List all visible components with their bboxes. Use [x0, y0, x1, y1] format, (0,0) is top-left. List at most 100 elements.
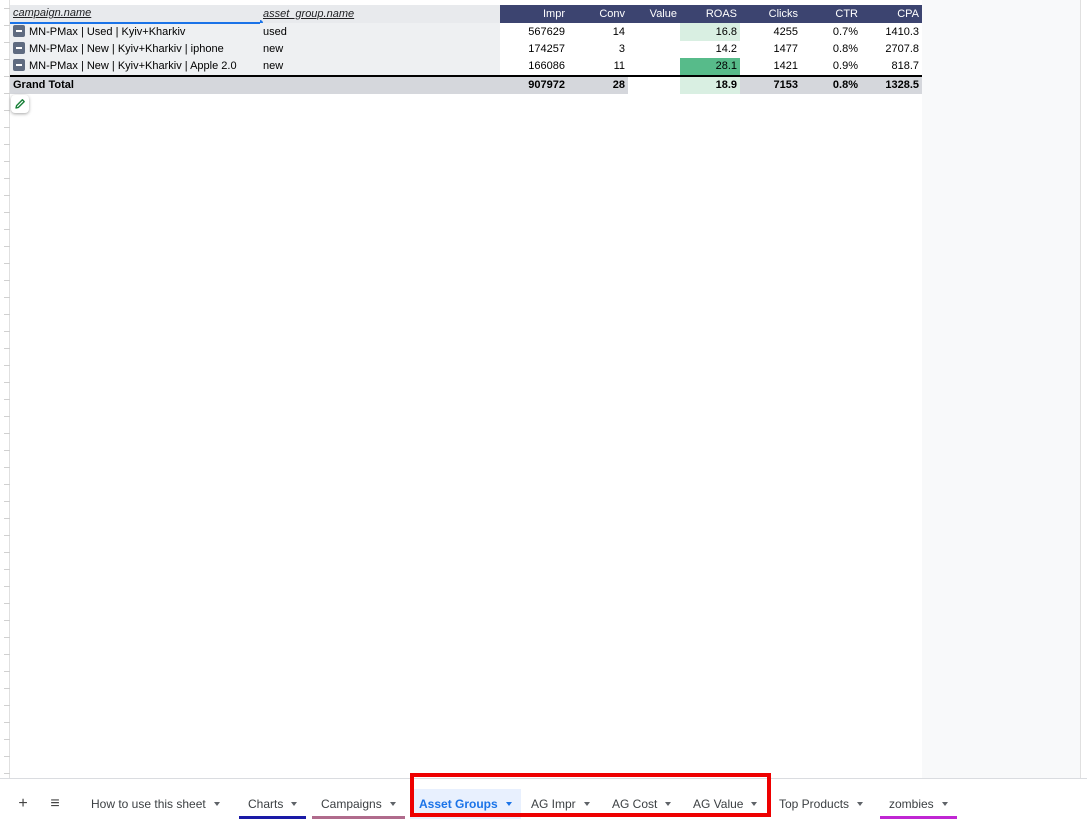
- campaign-cell[interactable]: MN-PMax | New | Kyiv+Kharkiv | Apple 2.0: [10, 58, 260, 76]
- row-gutter-tick: [4, 382, 10, 383]
- asset-group-name-header[interactable]: asset_group.name: [260, 5, 500, 23]
- campaign-cell[interactable]: MN-PMax | Used | Kyiv+Kharkiv: [10, 23, 260, 41]
- tab-how-to-use[interactable]: How to use this sheet: [82, 789, 229, 819]
- ctr-header[interactable]: CTR: [801, 5, 861, 23]
- cpa-cell[interactable]: 2707.8: [861, 41, 922, 58]
- tab-label: zombies: [889, 797, 934, 811]
- total-roas-cell[interactable]: 18.9: [680, 75, 740, 94]
- vertical-scrollbar[interactable]: [1080, 0, 1087, 778]
- tab-charts[interactable]: Charts: [239, 789, 307, 819]
- tab-color-indicator: [312, 816, 405, 819]
- clicks-header[interactable]: Clicks: [740, 5, 801, 23]
- asset-group-cell[interactable]: new: [260, 41, 500, 58]
- row-gutter-tick: [4, 688, 10, 689]
- row-gutter-tick: [4, 535, 10, 536]
- row-gutter-tick: [4, 144, 10, 145]
- roas-cell[interactable]: 28.1: [680, 58, 740, 76]
- row-gutter-tick: [4, 348, 10, 349]
- collapse-icon[interactable]: [13, 59, 25, 71]
- tab-color-indicator: [239, 816, 307, 819]
- total-cpa-cell[interactable]: 1328.5: [861, 75, 922, 94]
- sheet-grid[interactable]: campaign.name asset_group.name Impr Conv…: [0, 0, 1087, 778]
- chevron-down-icon[interactable]: [213, 802, 220, 806]
- cpa-cell[interactable]: 1410.3: [861, 23, 922, 41]
- impr-cell[interactable]: 174257: [500, 41, 568, 58]
- selection-handle[interactable]: [260, 20, 263, 23]
- chevron-down-icon[interactable]: [389, 802, 396, 806]
- row-gutter-tick: [4, 569, 10, 570]
- row-gutter-tick: [4, 365, 10, 366]
- conv-cell[interactable]: 3: [568, 41, 628, 58]
- row-gutter-tick: [4, 603, 10, 604]
- ctr-cell[interactable]: 0.7%: [801, 23, 861, 41]
- tab-label: Campaigns: [321, 797, 382, 811]
- row-gutter-tick: [4, 518, 10, 519]
- total-ctr-cell[interactable]: 0.8%: [801, 75, 861, 94]
- collapse-icon[interactable]: [13, 25, 25, 37]
- clicks-cell[interactable]: 1477: [740, 41, 801, 58]
- table-row: MN-PMax | Used | Kyiv+Kharkiv used 56762…: [10, 23, 922, 41]
- cpa-cell[interactable]: 818.7: [861, 58, 922, 76]
- impr-cell[interactable]: 166086: [500, 58, 568, 76]
- roas-cell[interactable]: 16.8: [680, 23, 740, 41]
- total-impr-cell[interactable]: 907972: [500, 75, 568, 94]
- asset-group-cell[interactable]: new: [260, 58, 500, 76]
- add-sheet-icon[interactable]: +: [13, 794, 33, 814]
- chevron-down-icon[interactable]: [857, 802, 864, 806]
- ctr-cell[interactable]: 0.8%: [801, 41, 861, 58]
- conv-cell[interactable]: 14: [568, 23, 628, 41]
- asset-group-cell[interactable]: used: [260, 23, 500, 41]
- value-cell[interactable]: [628, 41, 680, 58]
- row-gutter-tick: [4, 280, 10, 281]
- pencil-icon: [15, 99, 25, 109]
- campaign-name-header[interactable]: campaign.name: [10, 5, 260, 24]
- impr-header[interactable]: Impr: [500, 5, 568, 23]
- campaign-label: MN-PMax | Used | Kyiv+Kharkiv: [29, 26, 186, 38]
- clicks-cell[interactable]: 4255: [740, 23, 801, 41]
- value-cell[interactable]: [628, 23, 680, 41]
- conv-cell[interactable]: 11: [568, 58, 628, 76]
- asset-group-name-header-label: asset_group.name: [263, 7, 355, 20]
- row-gutter-tick: [4, 399, 10, 400]
- row-gutter-tick: [4, 212, 10, 213]
- clicks-cell[interactable]: 1421: [740, 58, 801, 76]
- tab-zombies[interactable]: zombies: [880, 789, 957, 819]
- all-sheets-menu-icon[interactable]: ≡: [45, 794, 65, 814]
- row-gutter-tick: [4, 450, 10, 451]
- tab-top-products[interactable]: Top Products: [770, 789, 872, 819]
- value-header[interactable]: Value: [628, 5, 680, 23]
- tab-campaigns[interactable]: Campaigns: [312, 789, 405, 819]
- row-gutter-tick: [4, 127, 10, 128]
- conv-header[interactable]: Conv: [568, 5, 628, 23]
- cpa-header[interactable]: CPA: [861, 5, 922, 23]
- ctr-cell[interactable]: 0.9%: [801, 58, 861, 76]
- roas-header[interactable]: ROAS: [680, 5, 740, 23]
- row-gutter-tick: [4, 501, 10, 502]
- campaign-cell[interactable]: MN-PMax | New | Kyiv+Kharkiv | iphone: [10, 41, 260, 58]
- row-gutter: [0, 0, 10, 778]
- pivot-table: campaign.name asset_group.name Impr Conv…: [10, 5, 922, 94]
- grand-total-label[interactable]: Grand Total: [10, 75, 260, 94]
- edit-pivot-button[interactable]: [11, 95, 29, 113]
- row-gutter-tick: [4, 433, 10, 434]
- row-gutter-tick: [4, 297, 10, 298]
- total-value-cell[interactable]: [628, 75, 680, 94]
- row-gutter-tick: [4, 705, 10, 706]
- total-clicks-cell[interactable]: 7153: [740, 75, 801, 94]
- chevron-down-icon[interactable]: [291, 802, 298, 806]
- row-gutter-tick: [4, 756, 10, 757]
- grand-total-empty[interactable]: [260, 75, 500, 94]
- row-gutter-tick: [4, 229, 10, 230]
- row-gutter-tick: [4, 178, 10, 179]
- collapse-icon[interactable]: [13, 42, 25, 54]
- value-cell[interactable]: [628, 58, 680, 76]
- empty-grid-area: [922, 0, 1080, 778]
- chevron-down-icon[interactable]: [941, 802, 948, 806]
- roas-cell[interactable]: 14.2: [680, 41, 740, 58]
- impr-cell[interactable]: 567629: [500, 23, 568, 41]
- row-gutter-tick: [4, 195, 10, 196]
- row-gutter-tick: [4, 739, 10, 740]
- row-gutter-tick: [4, 331, 10, 332]
- row-gutter-tick: [4, 484, 10, 485]
- total-conv-cell[interactable]: 28: [568, 75, 628, 94]
